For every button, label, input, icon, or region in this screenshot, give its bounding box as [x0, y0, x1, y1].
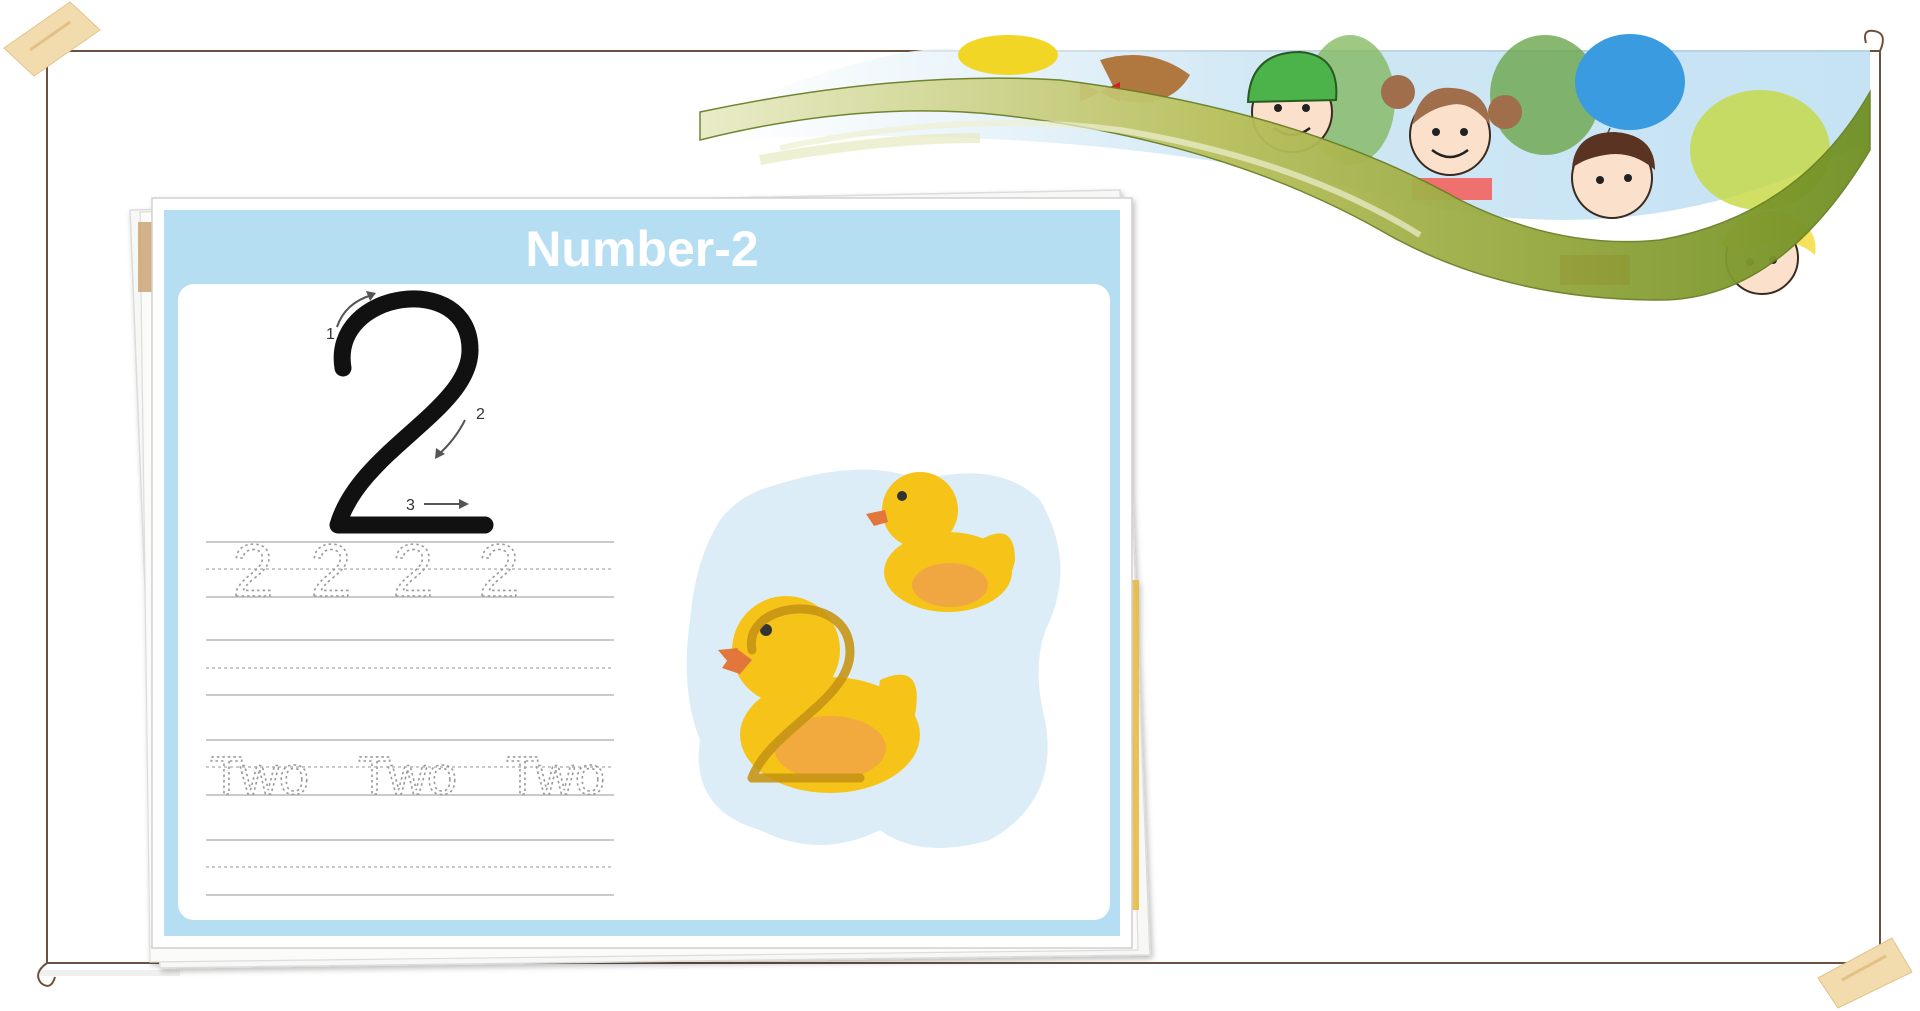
- trace-word: Two: [358, 746, 457, 806]
- trace-word: Two: [210, 746, 309, 806]
- balloon-icon: [958, 35, 1058, 75]
- duck-pond-illustration: [686, 469, 1061, 848]
- stroke-number-3: 3: [406, 497, 415, 514]
- worksheet-title: Number-2: [525, 221, 758, 277]
- trace-word: Two: [506, 746, 605, 806]
- stroke-number-1: 1: [326, 326, 335, 343]
- scene: Number-2 1 2 3 2 2 2 2 Two Two Two: [3, 1, 1913, 1009]
- balloon-icon: [1575, 34, 1685, 130]
- stroke-number-2: 2: [476, 406, 485, 423]
- trace-numeral: 2: [392, 529, 433, 612]
- trace-numeral: 2: [310, 529, 351, 612]
- trace-numeral: 2: [478, 529, 519, 612]
- trace-numeral: 2: [232, 529, 273, 612]
- frame-curl-top-right: [1864, 29, 1884, 52]
